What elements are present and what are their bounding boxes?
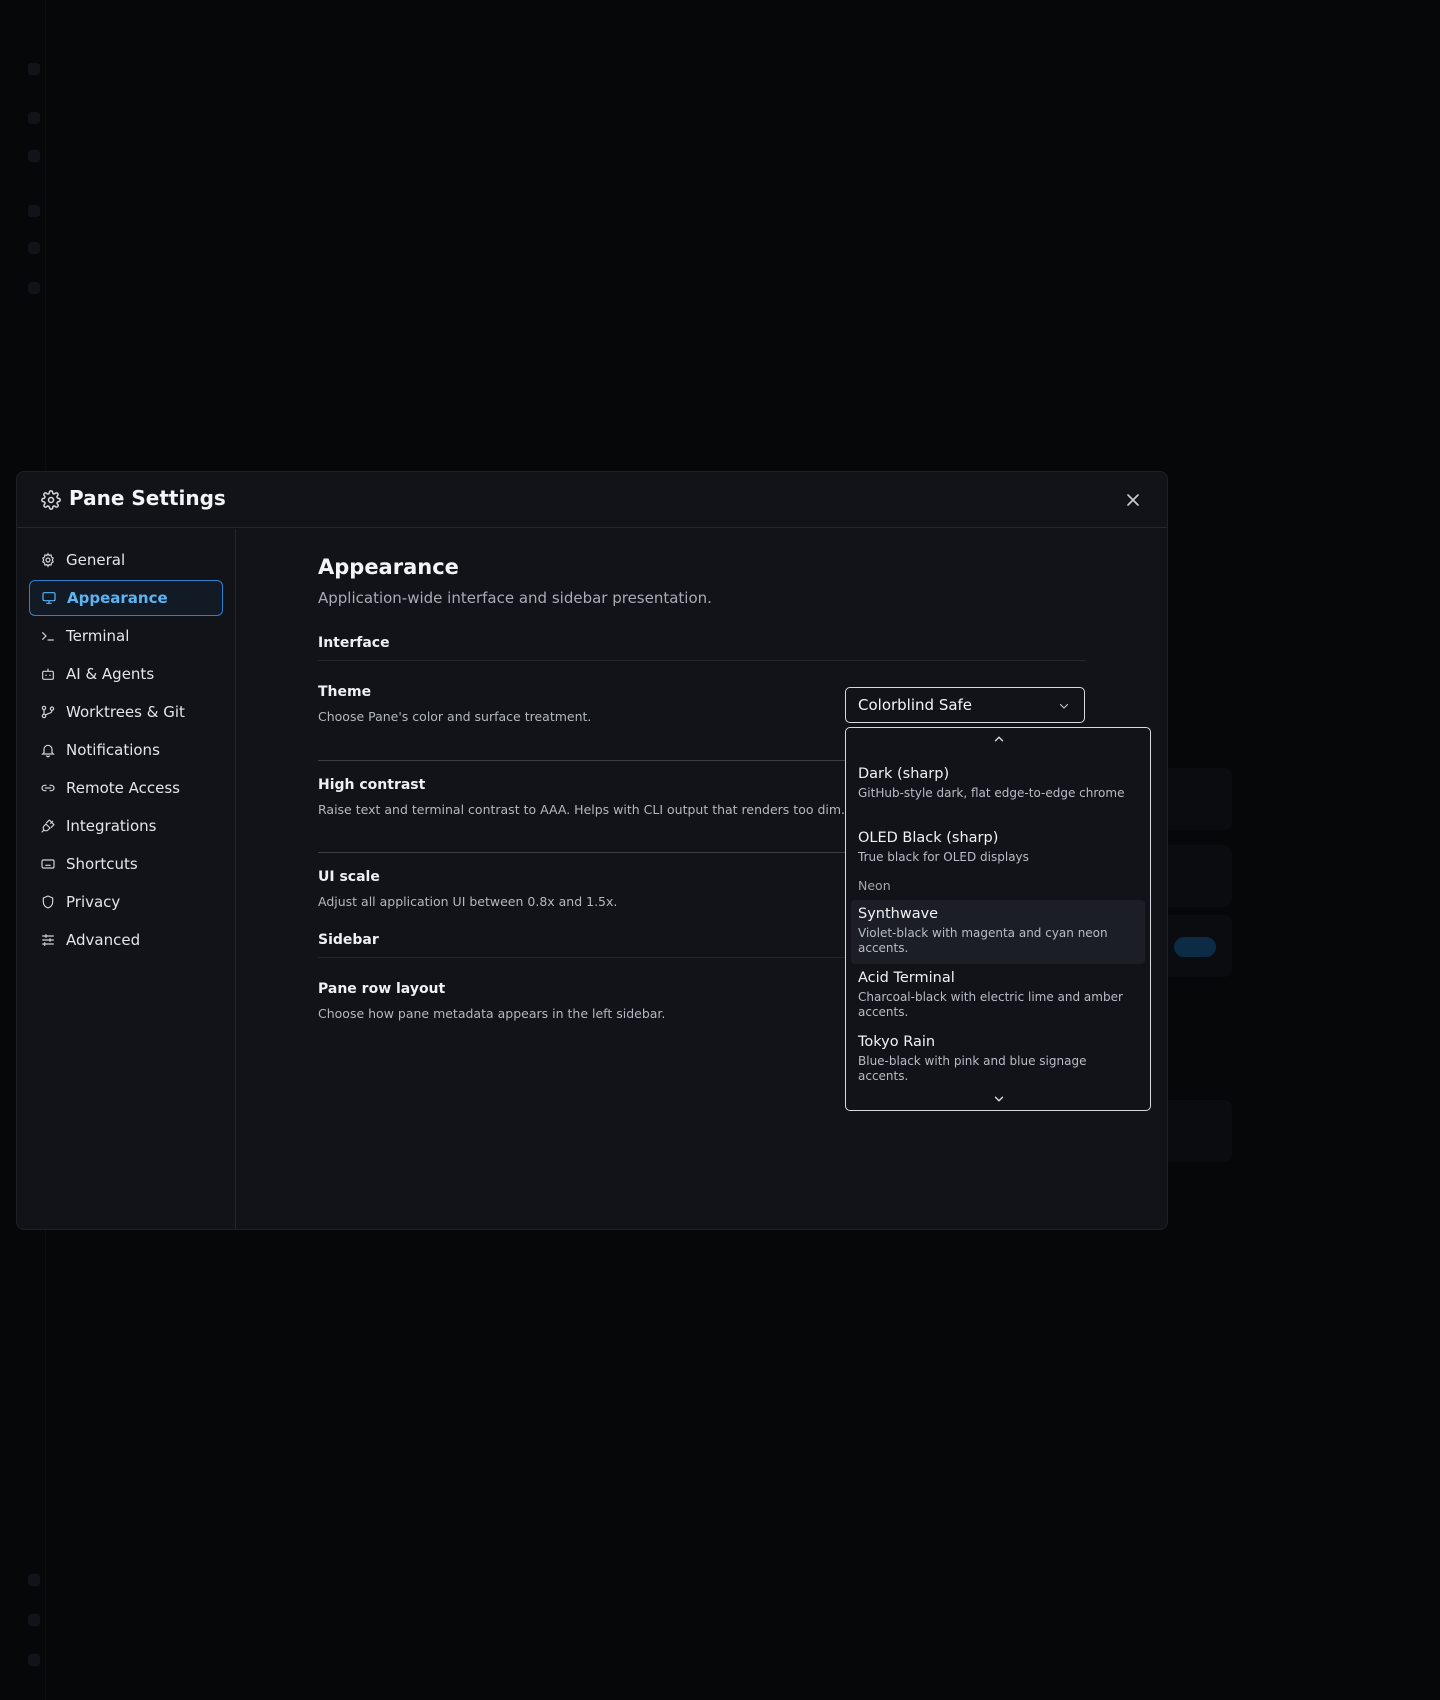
nav-item-terminal[interactable]: Terminal <box>29 618 223 654</box>
nav-item-appearance[interactable]: Appearance <box>29 580 223 616</box>
nav-item-ai-agents[interactable]: AI & Agents <box>29 656 223 692</box>
chevron-down-icon <box>1059 703 1069 709</box>
keyboard-icon <box>41 859 55 869</box>
nav-item-label: Integrations <box>66 817 157 835</box>
theme-select-value: Colorblind Safe <box>858 696 973 714</box>
page-subtitle: Application-wide interface and sidebar p… <box>318 589 712 607</box>
settings-nav: General Appearance Terminal AI & Agents … <box>17 529 236 1229</box>
git-branch-icon <box>41 705 55 719</box>
nav-item-label: Notifications <box>66 741 160 759</box>
monitor-icon <box>42 592 56 604</box>
background-rail-icon <box>28 242 40 254</box>
high-contrast-label: High contrast <box>318 777 426 793</box>
chevron-up-icon[interactable] <box>992 732 1006 746</box>
theme-description: Choose Pane's color and surface treatmen… <box>318 709 592 724</box>
nav-item-advanced[interactable]: Advanced <box>29 922 223 958</box>
nav-item-remote-access[interactable]: Remote Access <box>29 770 223 806</box>
background-rail-icon <box>28 150 40 162</box>
option-name: Synthwave <box>858 906 939 922</box>
interface-heading: Interface <box>318 635 1086 661</box>
nav-item-general[interactable]: General <box>29 542 223 578</box>
theme-dropdown: Dark (sharp) GitHub-style dark, flat edg… <box>845 727 1151 1111</box>
modal-header: Pane Settings <box>17 472 1167 528</box>
nav-item-integrations[interactable]: Integrations <box>29 808 223 844</box>
robot-icon <box>42 668 54 680</box>
theme-option[interactable]: Dark (sharp) GitHub-style dark, flat edg… <box>851 760 1145 820</box>
plug-icon <box>41 819 55 833</box>
pane-row-layout-label: Pane row layout <box>318 981 446 997</box>
theme-label: Theme <box>318 684 372 700</box>
background-rail-icon <box>28 63 40 75</box>
close-icon[interactable] <box>1123 490 1143 510</box>
option-description: Charcoal-black with electric lime and am… <box>858 990 1123 1019</box>
nav-item-label: Advanced <box>66 931 141 949</box>
option-name: Acid Terminal <box>858 970 955 986</box>
option-group-label: Neon <box>858 878 891 893</box>
link-icon <box>41 784 55 792</box>
background-rail-icon <box>28 1614 40 1626</box>
theme-option[interactable]: Acid Terminal Charcoal-black with electr… <box>851 964 1145 1028</box>
gear-icon <box>42 552 54 568</box>
option-description: Violet-black with magenta and cyan neon … <box>858 926 1108 955</box>
option-description: GitHub-style dark, flat edge-to-edge chr… <box>858 786 1125 800</box>
nav-item-privacy[interactable]: Privacy <box>29 884 223 920</box>
theme-option-highlighted[interactable]: Synthwave Violet-black with magenta and … <box>851 900 1145 964</box>
nav-item-label: Privacy <box>66 893 121 911</box>
terminal-icon <box>42 632 54 641</box>
background-rail-icon <box>28 282 40 294</box>
pane-row-layout-description: Choose how pane metadata appears in the … <box>318 1006 666 1021</box>
gear-icon <box>41 490 61 510</box>
option-name: Tokyo Rain <box>858 1034 936 1050</box>
ui-scale-description: Adjust all application UI between 0.8x a… <box>318 894 618 909</box>
option-name: Dark (sharp) <box>858 766 950 782</box>
background-rail-icon <box>28 1654 40 1666</box>
theme-select[interactable]: Colorblind Safe <box>845 687 1085 723</box>
nav-item-label: Appearance <box>67 589 168 607</box>
modal-title: Pane Settings <box>69 486 226 510</box>
chevron-down-icon[interactable] <box>992 1092 1006 1106</box>
bell-icon <box>41 744 55 758</box>
option-description: Blue-black with pink and blue signage ac… <box>858 1054 1087 1083</box>
option-description: True black for OLED displays <box>858 850 1029 864</box>
nav-item-label: Terminal <box>66 627 130 645</box>
nav-item-notifications[interactable]: Notifications <box>29 732 223 768</box>
shield-icon <box>42 895 54 909</box>
nav-item-label: Shortcuts <box>66 855 138 873</box>
nav-item-label: General <box>66 551 126 569</box>
nav-item-shortcuts[interactable]: Shortcuts <box>29 846 223 882</box>
background-rail-icon <box>28 112 40 124</box>
high-contrast-description: Raise text and terminal contrast to AAA.… <box>318 802 846 817</box>
row-divider <box>318 852 858 853</box>
background-rail-icon <box>28 1574 40 1586</box>
page-title: Appearance <box>318 555 459 579</box>
nav-item-label: Remote Access <box>66 779 180 797</box>
nav-item-worktrees-git[interactable]: Worktrees & Git <box>29 694 223 730</box>
row-divider <box>318 760 858 761</box>
ui-scale-label: UI scale <box>318 869 380 885</box>
nav-item-label: Worktrees & Git <box>66 703 185 721</box>
theme-option[interactable]: Tokyo Rain Blue-black with pink and blue… <box>851 1028 1145 1092</box>
option-name: OLED Black (sharp) <box>858 830 999 846</box>
background-rail-icon <box>28 205 40 217</box>
theme-option[interactable]: OLED Black (sharp) True black for OLED d… <box>851 824 1145 870</box>
sliders-icon <box>42 934 54 946</box>
nav-item-label: AI & Agents <box>66 665 155 683</box>
